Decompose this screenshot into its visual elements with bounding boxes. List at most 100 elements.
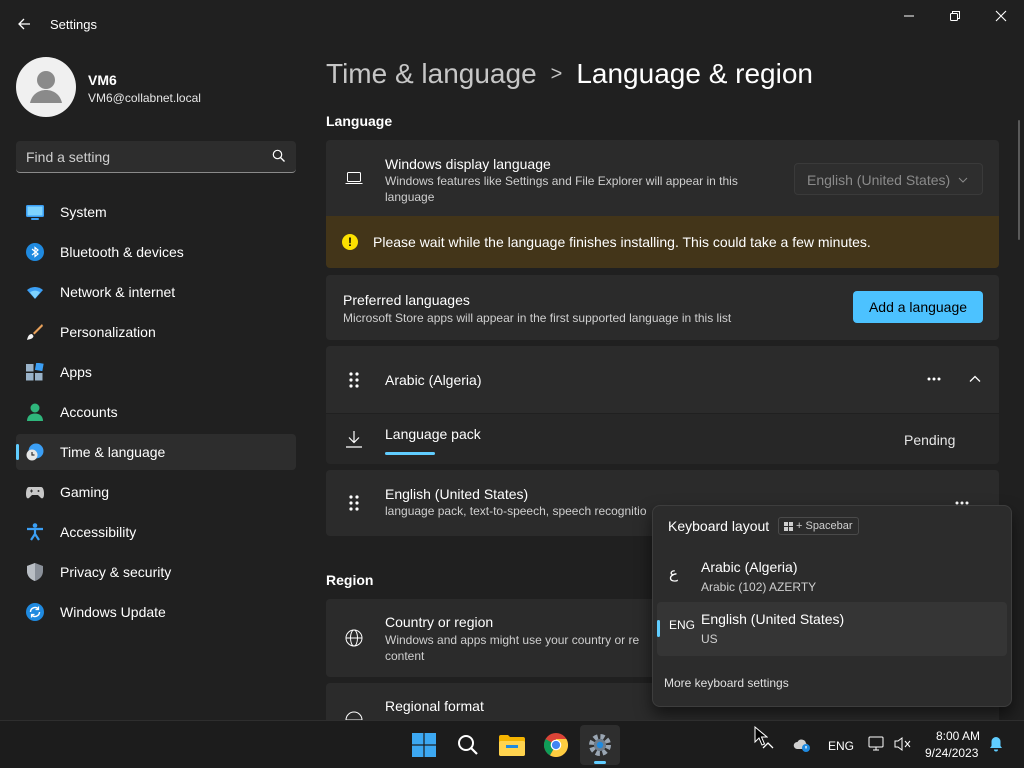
chevron-down-icon [958,177,968,183]
input-language-indicator[interactable]: ENG [828,739,854,753]
notification-bell-icon[interactable] [989,736,1003,752]
sidebar-item-system[interactable]: System [16,194,296,230]
keyboard-code: ENG [669,618,696,632]
close-icon [995,10,1007,22]
search-input[interactable] [26,141,266,172]
sidebar-item-time-language[interactable]: Time & language [16,434,296,470]
drag-handle-icon[interactable] [349,495,359,511]
flyout-title: Keyboard layout [668,518,770,534]
clock-time[interactable]: 8:00 AM [936,729,980,743]
sidebar-item-accessibility[interactable]: Accessibility [16,514,296,550]
keyboard-option-arabic[interactable]: ع Arabic (Algeria) Arabic (102) AZERTY [657,550,1007,604]
breadcrumb-parent[interactable]: Time & language [326,58,537,89]
wifi-icon [27,287,43,299]
download-icon [346,431,362,448]
sidebar-item-label: Time & language [60,444,166,460]
chrome-button[interactable] [536,725,576,765]
warning-icon: ! [342,234,358,250]
language-pack-label: Language pack [385,426,481,442]
app-title: Settings [50,17,97,32]
maximize-button[interactable] [932,0,978,32]
language-pack-status: Pending [904,432,956,448]
keyboard-name: English (United States) [701,611,845,627]
install-warning-bar: ! Please wait while the language finishe… [326,216,999,268]
close-button[interactable] [978,0,1024,32]
sidebar-item-bluetooth[interactable]: Bluetooth & devices [16,234,296,270]
file-explorer-icon [499,735,525,756]
regional-format-title: Regional format [385,698,484,714]
settings-button[interactable] [580,725,620,765]
back-arrow-icon [18,18,30,30]
title-bar: Settings [0,0,1024,48]
clock-date[interactable]: 9/24/2023 [925,746,978,760]
scrollbar[interactable] [1018,120,1020,240]
sidebar-nav: System Bluetooth & devices Network & int… [16,194,296,634]
language-pack-row: Language pack [326,414,999,464]
sidebar-item-label: Bluetooth & devices [60,244,184,260]
keyboard-option-english[interactable]: ENG English (United States) US [657,602,1007,656]
sidebar-item-apps[interactable]: Apps [16,354,296,390]
keyboard-layout-flyout: Keyboard layout + Spacebar ع Arabic (Alg… [652,505,1012,707]
country-region-desc-line2: content [385,649,425,663]
laptop-icon [345,172,363,184]
windows-key-icon [784,521,793,531]
back-button[interactable] [12,12,36,36]
user-email: VM6@collabnet.local [88,91,201,105]
brush-icon [27,324,43,340]
sidebar-item-gaming[interactable]: Gaming [16,474,296,510]
add-language-button[interactable]: Add a language [853,291,983,323]
onedrive-icon[interactable] [793,737,811,753]
drag-handle-icon[interactable] [349,372,359,388]
language-pack-progress [385,452,435,455]
volume-muted-icon[interactable] [894,736,912,752]
chrome-icon [544,733,568,757]
display-language-dropdown[interactable]: English (United States) [794,163,983,195]
keyboard-layout: US [701,632,718,646]
taskbar-search-button[interactable] [448,725,488,765]
sidebar-item-label: Personalization [60,324,156,340]
sidebar-item-personalization[interactable]: Personalization [16,314,296,350]
sidebar-item-label: System [60,204,107,220]
settings-icon [589,734,611,756]
shortcut-hint: + Spacebar [778,517,859,535]
breadcrumb-separator: > [550,63,563,85]
search-icon [458,735,478,755]
keyboard-name: Arabic (Algeria) [701,559,798,575]
settings-window: Settings VM6 VM6@collabnet.local System … [0,0,1024,720]
region-section-title: Region [326,572,374,588]
update-icon [26,603,44,621]
file-explorer-button[interactable] [492,725,532,765]
shield-icon [27,563,43,581]
sidebar-item-windows-update[interactable]: Windows Update [16,594,296,630]
language-item-arabic[interactable]: Arabic (Algeria) [326,346,999,413]
warning-text: Please wait while the language finishes … [373,234,871,250]
sidebar-item-label: Accounts [60,404,118,420]
apps-icon [26,363,44,381]
sidebar-item-label: Accessibility [60,524,137,540]
display-language-title: Windows display language [385,156,551,172]
page-title: Language & region [576,58,813,89]
sidebar-item-accounts[interactable]: Accounts [16,394,296,430]
minimize-button[interactable] [886,0,932,32]
preferred-languages-desc: Microsoft Store apps will appear in the … [343,311,732,325]
accounts-icon [27,403,43,421]
globe-icon [345,629,363,647]
breadcrumb: Time & language > Language & region [326,58,813,90]
sidebar-item-label: Windows Update [60,604,166,620]
sidebar-item-label: Privacy & security [60,564,172,580]
sidebar-item-network[interactable]: Network & internet [16,274,296,310]
start-button[interactable] [404,725,444,765]
sidebar-item-privacy[interactable]: Privacy & security [16,554,296,590]
network-icon[interactable] [868,736,886,752]
start-icon [412,733,436,757]
accessibility-icon [27,523,43,541]
more-options-icon[interactable] [927,377,941,381]
chevron-up-icon[interactable] [969,375,981,383]
mouse-cursor-icon [754,726,768,746]
minimize-icon [904,15,914,17]
search-icon [272,149,285,162]
avatar[interactable] [16,57,76,117]
more-keyboard-settings-link[interactable]: More keyboard settings [664,676,789,690]
preferred-languages-title: Preferred languages [343,292,470,308]
language-name: English (United States) [385,486,529,502]
